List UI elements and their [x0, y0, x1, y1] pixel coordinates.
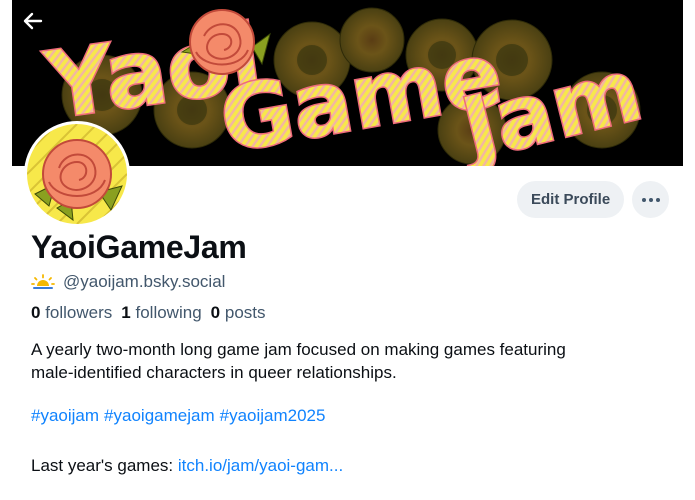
display-name: YaoiGameJam: [31, 229, 247, 265]
handle[interactable]: @yaoijam.bsky.social: [63, 272, 225, 292]
following-count: 1: [121, 303, 131, 322]
arrow-left-icon: [23, 12, 43, 30]
bio-line-1: A yearly two-month long game jam focused…: [31, 340, 566, 359]
bio-line-2: male-identified characters in queer rela…: [31, 363, 397, 382]
following-stat[interactable]: 1 following: [121, 303, 201, 323]
followers-stat[interactable]: 0 followers: [31, 303, 112, 323]
avatar[interactable]: [24, 121, 130, 227]
games-label: Last year's games:: [31, 456, 178, 475]
more-options-button[interactable]: [632, 181, 669, 218]
bio-hashtags: #yaoijam #yaoigamejam #yaoijam2025: [31, 406, 325, 426]
back-button[interactable]: [22, 10, 56, 44]
posts-count: 0: [210, 303, 221, 322]
hashtag-link[interactable]: #yaoijam2025: [220, 406, 326, 426]
following-label: following: [135, 303, 202, 322]
bio-games-line: Last year's games: itch.io/jam/yaoi-gam.…: [31, 456, 343, 476]
posts-label: posts: [224, 303, 266, 322]
hashtag-link[interactable]: #yaoijam: [31, 406, 99, 426]
profile-bio: A yearly two-month long game jam focused…: [31, 338, 671, 384]
profile-stats: 0 followers 1 following 0 posts: [31, 303, 266, 323]
followers-count: 0: [31, 303, 41, 322]
profile-page: Yaoi Game Jam Edit Profile YaoiGameJam @…: [12, 0, 683, 500]
hashtag-link[interactable]: #yaoigamejam: [104, 406, 215, 426]
ellipsis-icon: [641, 197, 660, 202]
sun-horizon-icon: [31, 274, 55, 289]
followers-label: followers: [45, 303, 113, 322]
games-link[interactable]: itch.io/jam/yaoi-gam...: [178, 456, 343, 475]
posts-stat: 0 posts: [211, 303, 266, 323]
handle-row: @yaoijam.bsky.social: [31, 272, 225, 292]
avatar-rose-image: [27, 124, 127, 224]
edit-profile-button[interactable]: Edit Profile: [517, 181, 625, 218]
